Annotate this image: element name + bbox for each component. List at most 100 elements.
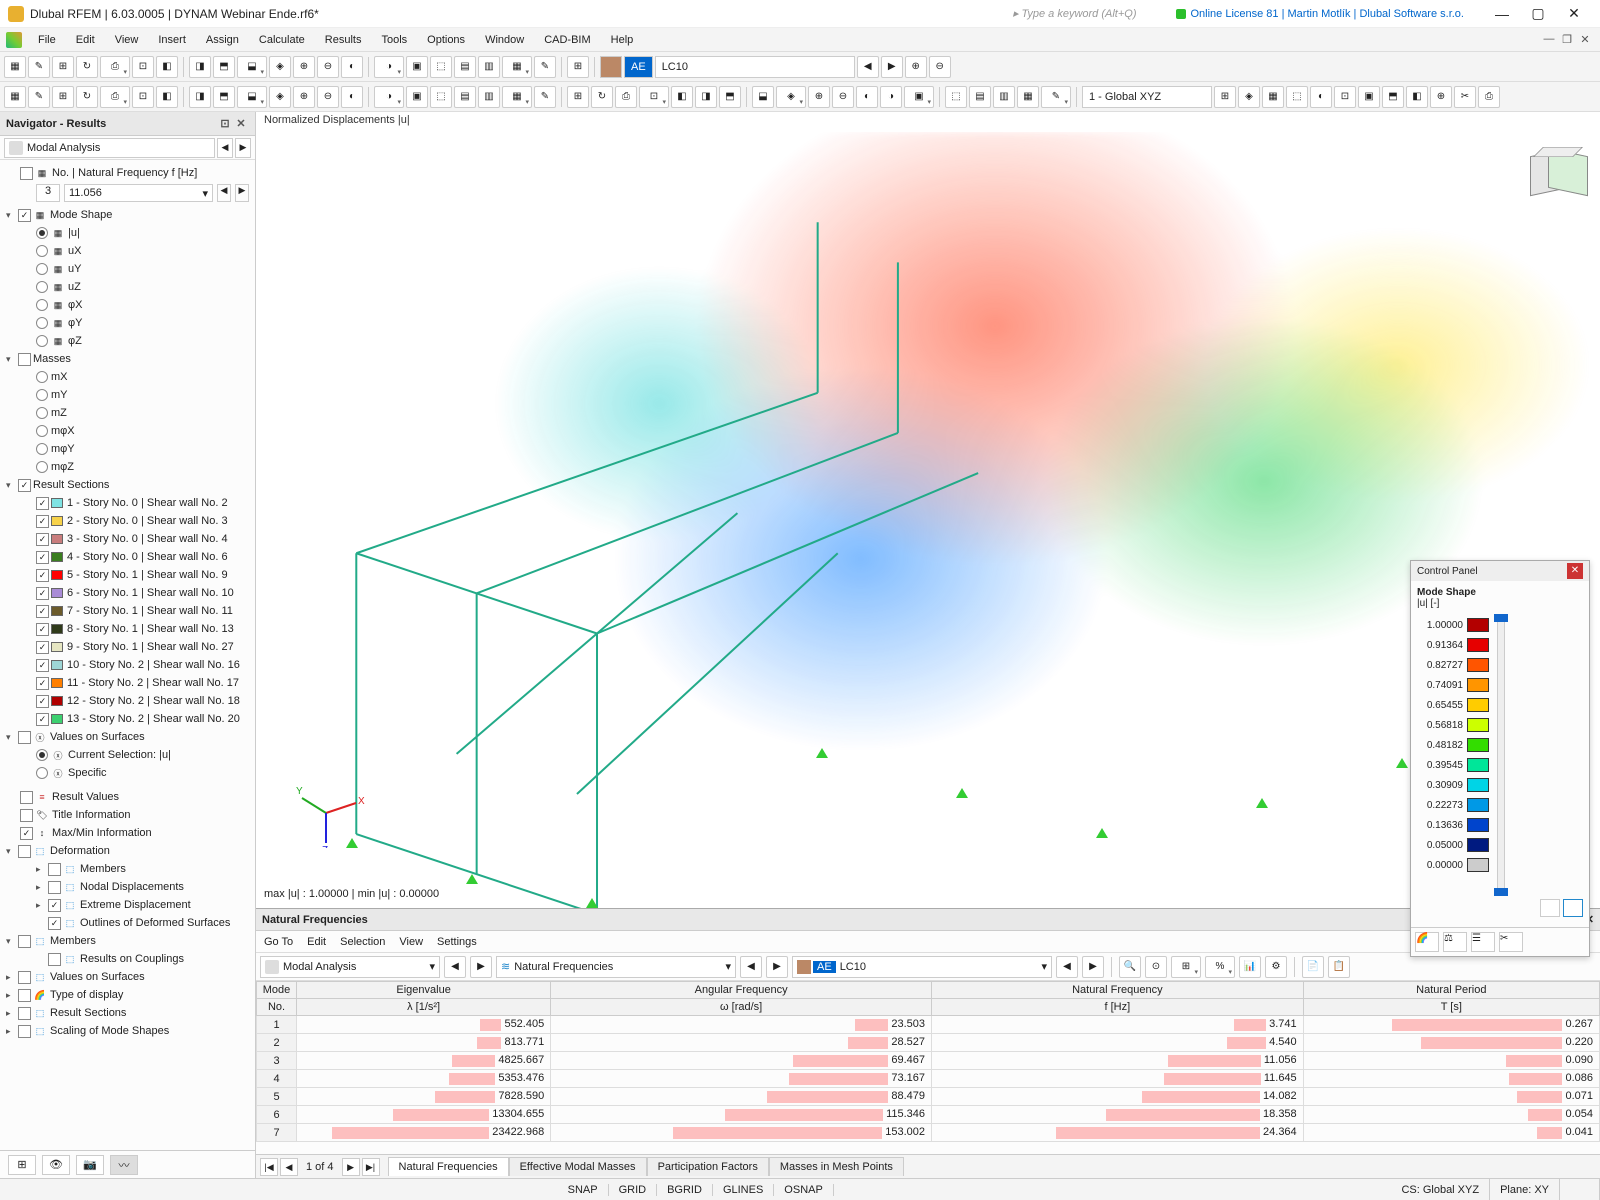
toolbar-button[interactable]: ◑ [374,56,404,78]
legend-opt-2[interactable] [1563,899,1583,917]
toolbar-button[interactable]: ✂ [1454,86,1476,108]
toolbar-button[interactable]: ◈ [776,86,806,108]
toolbar-button[interactable]: ⎙ [1478,86,1500,108]
radio[interactable] [36,407,48,419]
nav-tab-data[interactable]: ⊞ [8,1155,36,1175]
toolbar-button[interactable]: ◐ [341,86,363,108]
toolbar-button[interactable]: ⬚ [945,86,967,108]
analysis-selector[interactable]: Modal Analysis [4,138,215,158]
table-lc-next-button[interactable]: ▶ [1082,956,1104,978]
status-toggle-glines[interactable]: GLINES [713,1184,774,1196]
checkbox[interactable]: ✓ [36,695,49,708]
page-first-button[interactable]: |◀ [260,1158,278,1176]
radio[interactable] [36,371,48,383]
toolbar-button[interactable]: ✎ [534,86,556,108]
checkbox[interactable]: ✓ [36,677,49,690]
pin-icon[interactable]: ⊡ [217,117,233,130]
toolbar-button[interactable]: ▤ [454,56,476,78]
menu-window[interactable]: Window [475,31,534,49]
toolbar-button[interactable]: ▣ [1358,86,1380,108]
coord-system-selector[interactable]: 1 - Global XYZ [1082,86,1212,108]
toolbar-button[interactable]: ◨ [189,56,211,78]
legend-slider[interactable] [1497,615,1505,895]
toolbar-button[interactable]: ◑ [880,86,902,108]
checkbox[interactable] [20,167,33,180]
frequency-value[interactable]: 11.056▾ [64,184,213,202]
menu-view[interactable]: View [105,31,149,49]
checkbox[interactable]: ✓ [36,587,49,600]
toolbar-button[interactable]: ◑ [374,86,404,108]
toolbar-button[interactable]: ▦ [4,86,26,108]
toolbar-button[interactable]: ⊕ [293,86,315,108]
toolbar-button[interactable]: ⊕ [905,56,927,78]
toolbar-button[interactable]: ⊕ [1430,86,1452,108]
cp-tab-colors[interactable]: 🌈 [1415,932,1439,952]
toolbar-button[interactable]: ⬒ [213,86,235,108]
status-toggle-osnap[interactable]: OSNAP [774,1184,834,1196]
checkbox[interactable]: ✓ [36,551,49,564]
next-analysis-button[interactable]: ▶ [235,138,251,158]
next-mode-button[interactable]: ▶ [235,184,249,202]
table-row[interactable]: 2 813.771 28.527 4.540 0.220 [257,1034,1600,1052]
toolbar-button[interactable]: ⎙ [100,86,130,108]
toolbar-button[interactable]: ⊡ [639,86,669,108]
toolbar-button[interactable]: ⬒ [213,56,235,78]
toolbar-button[interactable]: ◐ [856,86,878,108]
checkbox[interactable]: ✓ [36,569,49,582]
toolbar-button[interactable]: ↻ [591,86,613,108]
status-cs[interactable]: CS: Global XYZ [1391,1179,1490,1200]
toolbar-button[interactable]: ⬒ [1382,86,1404,108]
table-analysis-selector[interactable]: Modal Analysis▾ [260,956,440,978]
toolbar-button[interactable]: ◐ [1310,86,1332,108]
menu-cad-bim[interactable]: CAD-BIM [534,31,600,49]
frequencies-table[interactable]: ModeEigenvalueAngular FrequencyNatural F… [256,981,1600,1142]
table-row[interactable]: 3 4825.667 69.467 11.056 0.090 [257,1052,1600,1070]
toolbar-button[interactable]: ◐ [341,56,363,78]
radio[interactable] [36,335,48,347]
toolbar-button[interactable]: ⊖ [317,86,339,108]
radio[interactable] [36,461,48,473]
navigator-tree[interactable]: ▦No. | Natural Frequency f [Hz] 3 11.056… [0,160,255,1150]
checkbox[interactable]: ✓ [36,623,49,636]
toolbar-button[interactable]: ⊖ [929,56,951,78]
status-toggle-snap[interactable]: SNAP [558,1184,609,1196]
table-menu-edit[interactable]: Edit [307,936,326,948]
toolbar-button[interactable]: ⊖ [832,86,854,108]
toolbar-button[interactable]: ⊕ [293,56,315,78]
legend-opt-1[interactable] [1540,899,1560,917]
table-tab[interactable]: Effective Modal Masses [509,1157,647,1176]
radio[interactable] [36,245,48,257]
page-next-button[interactable]: ▶ [342,1158,360,1176]
toolbar-button[interactable]: ▣ [406,86,428,108]
page-prev-button[interactable]: ◀ [280,1158,298,1176]
table-menu-settings[interactable]: Settings [437,936,477,948]
checkbox[interactable]: ✓ [36,605,49,618]
toolbar-button[interactable]: ⊞ [1214,86,1236,108]
toolbar-button[interactable]: ⎙ [100,56,130,78]
child-close-icon[interactable]: ✕ [1578,33,1592,46]
table-cat-next-button[interactable]: ▶ [766,956,788,978]
toolbar-button[interactable]: ◀ [857,56,879,78]
cp-tab-list[interactable]: ☰ [1471,932,1495,952]
table-row[interactable]: 6 13304.655 115.346 18.358 0.054 [257,1106,1600,1124]
toolbar-button[interactable]: ◧ [156,56,178,78]
table-category-selector[interactable]: ≋Natural Frequencies▾ [496,956,736,978]
radio[interactable] [36,317,48,329]
table-lc-prev-button[interactable]: ◀ [1056,956,1078,978]
nav-close-icon[interactable]: ✕ [233,117,249,130]
toolbar-button[interactable]: ◧ [156,86,178,108]
table-prev-button[interactable]: ◀ [444,956,466,978]
toolbar-button[interactable]: ⬒ [719,86,741,108]
toolbar-button[interactable]: ▦ [502,56,532,78]
toolbar-button[interactable]: ⬚ [1286,86,1308,108]
table-row[interactable]: 4 5353.476 73.167 11.645 0.086 [257,1070,1600,1088]
toolbar-button[interactable]: ⬚ [430,56,452,78]
radio[interactable] [36,425,48,437]
toolbar-button[interactable]: ⬓ [752,86,774,108]
menu-file[interactable]: File [28,31,66,49]
table-loadcase-selector[interactable]: AELC10▾ [792,956,1052,978]
toolbar-button[interactable]: ▤ [969,86,991,108]
child-minimize-icon[interactable]: — [1542,33,1556,46]
toolbar-button[interactable]: ▤ [454,86,476,108]
table-tool-7[interactable]: 📄 [1302,956,1324,978]
